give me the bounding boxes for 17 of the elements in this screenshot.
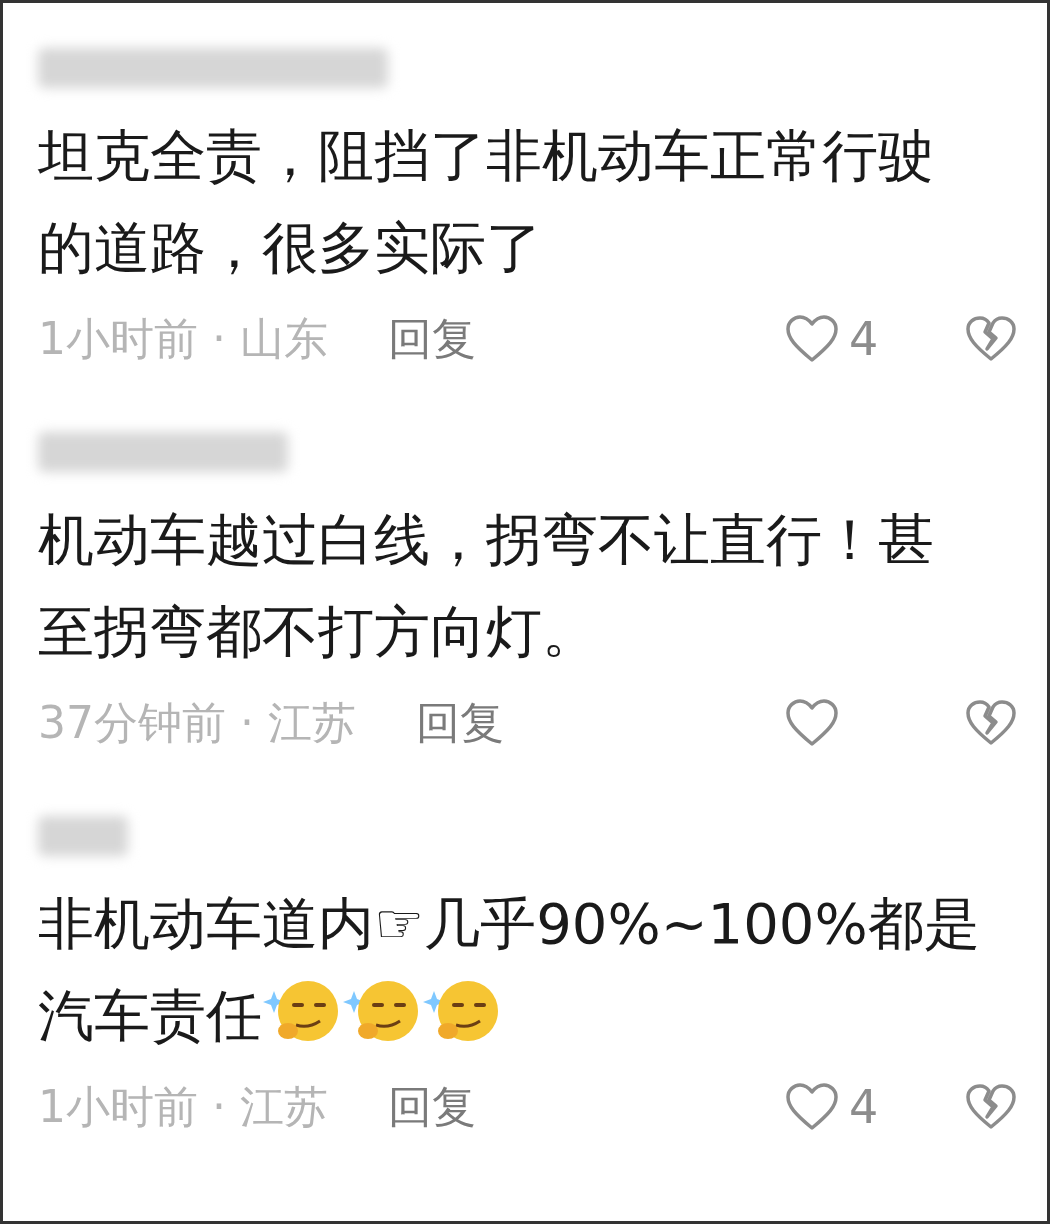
like-count: 4	[849, 310, 879, 368]
comment-text: 机动车越过白线，拐弯不让直行！甚至拐弯都不打方向灯。	[38, 507, 934, 664]
broken-heart-icon[interactable]	[965, 315, 1017, 363]
reply-button[interactable]: 回复	[387, 306, 476, 372]
like-count: 4	[849, 1078, 879, 1136]
reply-button[interactable]: 回复	[415, 690, 504, 756]
broken-heart-icon[interactable]	[965, 1083, 1017, 1131]
comment-text: 坦克全责，阻挡了非机动车正常行驶的道路，很多实际了	[38, 123, 934, 280]
reply-button[interactable]: 回复	[387, 1074, 476, 1140]
heart-icon[interactable]	[785, 314, 839, 364]
time-location: 1小时前 · 山东	[38, 312, 328, 366]
time-location: 1小时前 · 江苏	[38, 1080, 328, 1134]
comment-text: 非机动车道内☞几乎90%~100%都是汽车责任	[38, 891, 980, 1048]
heart-icon[interactable]	[785, 1082, 839, 1132]
time-location: 37分钟前 · 江苏	[38, 696, 356, 750]
broken-heart-icon[interactable]	[965, 699, 1017, 747]
heart-icon[interactable]	[785, 698, 839, 748]
